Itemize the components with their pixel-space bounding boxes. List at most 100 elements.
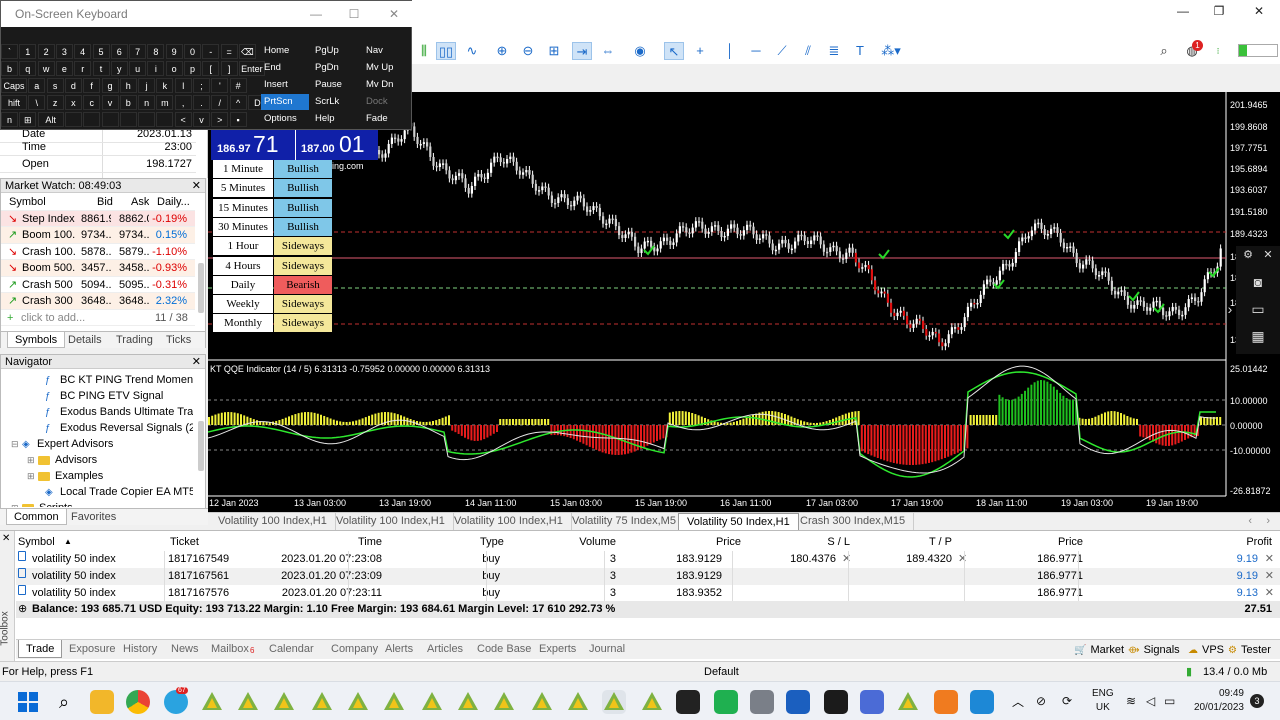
osk-key[interactable]: 9 — [165, 44, 183, 59]
osk-key[interactable]: n — [138, 95, 156, 110]
osk-key[interactable]: o — [165, 61, 183, 76]
candlestick-icon[interactable]: ▯▯ — [436, 42, 456, 60]
osk-key[interactable]: ⌫ — [238, 44, 256, 59]
channel-icon[interactable]: ⫽ — [798, 42, 818, 60]
osk-key[interactable]: ] — [220, 61, 238, 76]
osk-key[interactable]: d — [64, 78, 82, 93]
osk-key[interactable]: hift — [1, 95, 27, 110]
screenshot-icon[interactable]: ◉ — [630, 42, 650, 60]
nav-item[interactable]: ⊞ Advisors — [27, 452, 97, 468]
col-ask[interactable]: Ask — [131, 194, 149, 211]
toolbox-tab[interactable]: Articles — [420, 640, 470, 658]
col-daily[interactable]: Daily... — [157, 194, 190, 211]
osk-key[interactable]: f — [83, 78, 101, 93]
column-header[interactable]: Price — [1058, 536, 1083, 548]
osk-key[interactable]: \ — [28, 95, 46, 110]
osk-key[interactable]: > — [211, 112, 229, 127]
osk-key[interactable]: z — [46, 95, 64, 110]
nav-item[interactable]: ƒ BC KT PING Trend Momentum — [45, 372, 193, 388]
right-tab[interactable]: 🛒 Market — [1074, 641, 1124, 659]
line-chart-icon[interactable]: ∿ — [462, 42, 482, 60]
osk-nav-key[interactable]: PrtScn — [261, 94, 309, 110]
chart-tab[interactable]: Volatility 100 Index,H1 — [210, 513, 336, 530]
table-row[interactable]: ↘ Step Index 8861.9 8862.0-0.19% — [1, 210, 195, 227]
clock[interactable]: 09:49 20/01/2023 — [1190, 687, 1244, 715]
one-click-trading[interactable]: 186.97 71 187.00 01 — [211, 130, 378, 160]
osk-nav-key[interactable]: ScrLk — [312, 94, 360, 110]
chevron-left-icon[interactable]: ‹ — [1248, 515, 1252, 527]
notification-count[interactable]: 3 — [1250, 694, 1264, 708]
osk-key[interactable]: ▪ — [229, 112, 247, 127]
expand-icon[interactable]: ⊞ — [27, 452, 38, 468]
remove-sl-icon[interactable]: ✕ — [842, 551, 851, 568]
close-position-icon[interactable]: ✕ — [1265, 568, 1274, 585]
toolbox-tab[interactable]: Experts — [532, 640, 583, 658]
maximize-button[interactable]: ❐ — [1204, 2, 1234, 20]
search-icon[interactable]: ⌕ — [1154, 42, 1174, 60]
app-icon[interactable] — [934, 690, 958, 714]
tab-trading[interactable]: Trading — [109, 332, 160, 348]
column-header[interactable]: Symbol — [18, 536, 55, 548]
osk-nav-key[interactable]: Nav — [363, 43, 411, 59]
scrollbar[interactable] — [198, 263, 204, 313]
osk-key[interactable]: w — [37, 61, 55, 76]
table-row[interactable]: volatility 50 index 1817167561 2023.01.20 … — [16, 568, 1280, 585]
app-icon[interactable] — [786, 690, 810, 714]
osk-key[interactable]: 6 — [110, 44, 128, 59]
osk-key[interactable] — [64, 112, 82, 127]
video-icon[interactable]: ▭ — [1246, 301, 1270, 321]
close-position-icon[interactable]: ✕ — [1265, 551, 1274, 568]
osk-key[interactable]: p — [184, 61, 201, 76]
osk-key[interactable]: y — [110, 61, 128, 76]
column-header[interactable]: Type — [480, 536, 504, 548]
column-header[interactable]: Volume — [579, 536, 616, 548]
chart-tab[interactable]: Crash 300 Index,M15 — [792, 513, 915, 530]
osk-nav-key[interactable]: Dock — [363, 94, 411, 110]
app-icon[interactable] — [824, 690, 848, 714]
chevron-up-icon[interactable]: ︿ — [1006, 690, 1030, 714]
column-header[interactable]: Time — [358, 536, 382, 548]
metatrader-icon[interactable] — [200, 690, 224, 714]
toolbox-tab[interactable]: Journal — [582, 640, 632, 658]
notepad-icon[interactable] — [750, 690, 774, 714]
grid-icon[interactable]: ⊞ — [544, 42, 564, 60]
osk-key[interactable]: b — [1, 61, 18, 76]
tab-common[interactable]: Common — [6, 509, 67, 525]
osk-key[interactable]: v — [101, 95, 119, 110]
table-row[interactable]: ↗ Boom 100... 9734... 9734... 0.15% — [1, 227, 195, 244]
tray-app-icon[interactable]: ⊘ — [1036, 694, 1046, 708]
osk-key[interactable] — [83, 112, 101, 127]
osk-key[interactable]: . — [193, 95, 210, 110]
osk-key[interactable]: ; — [193, 78, 210, 93]
start-icon[interactable] — [16, 690, 40, 714]
nav-item[interactable]: ⊟ ◈ Expert Advisors — [11, 436, 113, 452]
cell-tp[interactable]: 189.4320 — [906, 551, 952, 568]
metatrader-icon[interactable] — [382, 690, 406, 714]
osk-key[interactable]: 3 — [55, 44, 73, 59]
toolbox-tab[interactable]: Calendar — [262, 640, 321, 658]
chart-shift-icon[interactable]: ⇔ — [598, 42, 618, 60]
osk-key[interactable]: s — [46, 78, 64, 93]
osk-key[interactable] — [156, 112, 174, 127]
tab-details[interactable]: Details — [61, 332, 109, 348]
wifi-icon[interactable]: ≋ — [1126, 694, 1136, 708]
remove-tp-icon[interactable]: ✕ — [958, 551, 967, 568]
zoom-in-icon[interactable]: ⊕ — [492, 42, 512, 60]
right-tab[interactable]: ⚙ Tester — [1228, 641, 1271, 659]
green-app-icon[interactable] — [714, 690, 738, 714]
table-row[interactable]: ↘ Boom 500... 3457... 3458...-0.93% — [1, 260, 195, 277]
tab-symbols[interactable]: Symbols — [7, 332, 66, 348]
osk-key[interactable]: v — [193, 112, 210, 127]
app-icon[interactable] — [860, 690, 884, 714]
osk-nav-key[interactable]: PgDn — [312, 60, 360, 76]
osk-key[interactable]: < — [174, 112, 192, 127]
osk-key[interactable]: u — [129, 61, 147, 76]
osk-key[interactable]: r — [74, 61, 92, 76]
nav-item[interactable]: ◈ Local Trade Copier EA MT5 — [45, 484, 193, 500]
osk-key[interactable] — [119, 112, 137, 127]
add-symbol-row[interactable]: + click to add... 11 / 38 — [1, 310, 195, 326]
metatrader-icon[interactable] — [530, 690, 554, 714]
chrome-icon[interactable] — [126, 690, 150, 714]
osk-key[interactable]: 0 — [184, 44, 201, 59]
search-icon[interactable]: ⌕ — [52, 690, 76, 714]
